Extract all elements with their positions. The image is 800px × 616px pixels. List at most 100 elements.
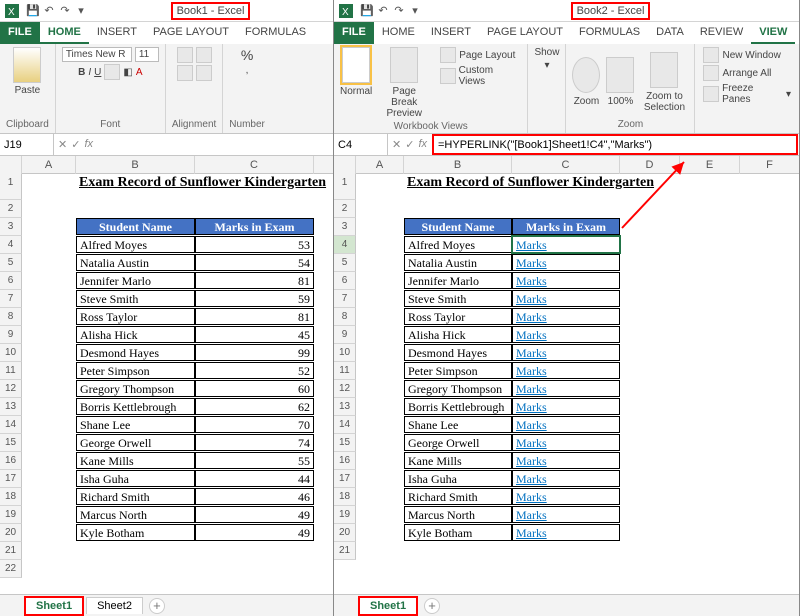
table-cell-link[interactable]: Marks bbox=[512, 344, 620, 361]
hyperlink-marks[interactable]: Marks bbox=[516, 310, 547, 324]
table-cell-link[interactable]: Marks bbox=[512, 308, 620, 325]
table-cell-mark[interactable]: 55 bbox=[195, 452, 314, 469]
rowhead[interactable]: 20 bbox=[334, 524, 356, 542]
hyperlink-marks[interactable]: Marks bbox=[516, 472, 547, 486]
rowhead[interactable]: 18 bbox=[334, 488, 356, 506]
fx-icon[interactable]: fx bbox=[418, 138, 427, 151]
hyperlink-marks[interactable]: Marks bbox=[516, 382, 547, 396]
table-cell-name[interactable]: Alisha Hick bbox=[76, 326, 195, 343]
colhead-f[interactable]: F bbox=[740, 156, 799, 174]
hyperlink-marks[interactable]: Marks bbox=[516, 454, 547, 468]
table-cell-link[interactable]: Marks bbox=[512, 434, 620, 451]
rowhead[interactable]: 6 bbox=[334, 272, 356, 290]
name-box[interactable]: J19 bbox=[0, 134, 54, 155]
table-cell-mark[interactable]: 99 bbox=[195, 344, 314, 361]
rowhead[interactable]: 14 bbox=[0, 416, 22, 434]
table-cell-name[interactable]: Borris Kettlebrough bbox=[76, 398, 195, 415]
table-cell-link[interactable]: Marks bbox=[512, 272, 620, 289]
customviews-icon[interactable] bbox=[440, 68, 455, 84]
font-name-box[interactable]: Times New R bbox=[62, 47, 132, 62]
table-cell-name[interactable]: Kane Mills bbox=[76, 452, 195, 469]
rowhead[interactable]: 13 bbox=[334, 398, 356, 416]
freeze-panes-icon[interactable] bbox=[703, 86, 719, 102]
table-cell-link[interactable]: Marks bbox=[512, 326, 620, 343]
table-cell-name[interactable]: Kyle Botham bbox=[76, 524, 195, 541]
table-cell-link[interactable]: Marks bbox=[512, 524, 620, 541]
colhead-d[interactable] bbox=[314, 156, 333, 174]
zoom-icon[interactable] bbox=[572, 57, 600, 93]
hyperlink-marks[interactable]: Marks bbox=[516, 364, 547, 378]
table-cell-name[interactable]: Ross Taylor bbox=[76, 308, 195, 325]
newwin-label[interactable]: New Window bbox=[722, 50, 780, 61]
italic-icon[interactable]: I bbox=[88, 67, 91, 78]
colhead-b[interactable]: B bbox=[76, 156, 195, 174]
undo-icon[interactable]: ↶ bbox=[42, 4, 56, 18]
tab-insert[interactable]: INSERT bbox=[423, 22, 479, 44]
select-all-corner[interactable] bbox=[334, 156, 356, 174]
table-cell-name[interactable]: Natalia Austin bbox=[76, 254, 195, 271]
table-cell-mark[interactable]: 62 bbox=[195, 398, 314, 415]
table-cell-name[interactable]: Steve Smith bbox=[404, 290, 512, 307]
colhead-a[interactable]: A bbox=[22, 156, 76, 174]
align-top-icon[interactable] bbox=[177, 47, 193, 63]
table-cell-name[interactable]: Kyle Botham bbox=[404, 524, 512, 541]
add-sheet-icon[interactable]: + bbox=[424, 598, 440, 614]
table-cell-name[interactable]: Marcus North bbox=[404, 506, 512, 523]
save-icon[interactable]: 💾 bbox=[360, 4, 374, 18]
hyperlink-marks[interactable]: Marks bbox=[516, 274, 547, 288]
tab-review[interactable]: REVIEW bbox=[692, 22, 751, 44]
undo-icon[interactable]: ↶ bbox=[376, 4, 390, 18]
table-cell-name[interactable]: Peter Simpson bbox=[76, 362, 195, 379]
zoom-100-icon[interactable] bbox=[606, 57, 634, 93]
rowhead[interactable]: 16 bbox=[334, 452, 356, 470]
table-cell-name[interactable]: Marcus North bbox=[76, 506, 195, 523]
sheet-title[interactable]: Exam Record of Sunflower Kindergarten bbox=[76, 174, 333, 191]
rowhead[interactable]: 15 bbox=[0, 434, 22, 452]
table-cell-link[interactable]: Marks bbox=[512, 398, 620, 415]
rowhead[interactable]: 4 bbox=[334, 236, 356, 254]
table-header-name[interactable]: Student Name bbox=[404, 218, 512, 235]
rowhead[interactable]: 2 bbox=[334, 200, 356, 218]
table-cell-name[interactable]: Alfred Moyes bbox=[404, 236, 512, 253]
rowhead[interactable]: 2 bbox=[0, 200, 22, 218]
table-cell-mark[interactable]: 74 bbox=[195, 434, 314, 451]
table-cell-name[interactable]: Richard Smith bbox=[404, 488, 512, 505]
sheet-tab-sheet2[interactable]: Sheet2 bbox=[86, 597, 143, 614]
tab-pagelayout[interactable]: PAGE LAYOUT bbox=[145, 22, 237, 44]
font-size-box[interactable]: 11 bbox=[135, 47, 159, 62]
table-cell-link[interactable]: Marks bbox=[512, 506, 620, 523]
table-cell-link[interactable]: Marks bbox=[512, 254, 620, 271]
comma-icon[interactable]: , bbox=[246, 65, 249, 76]
rowhead[interactable]: 22 bbox=[0, 560, 22, 578]
bold-icon[interactable]: B bbox=[78, 67, 85, 78]
rowhead[interactable]: 19 bbox=[0, 506, 22, 524]
table-cell-name[interactable]: George Orwell bbox=[404, 434, 512, 451]
align-center-icon[interactable] bbox=[196, 65, 212, 81]
table-cell-mark[interactable]: 59 bbox=[195, 290, 314, 307]
formula-input[interactable] bbox=[97, 134, 333, 155]
rowhead[interactable]: 12 bbox=[0, 380, 22, 398]
table-cell-name[interactable]: Gregory Thompson bbox=[76, 380, 195, 397]
table-cell-mark[interactable]: 81 bbox=[195, 308, 314, 325]
rowhead[interactable]: 7 bbox=[334, 290, 356, 308]
colhead-a[interactable]: A bbox=[356, 156, 404, 174]
table-cell-mark[interactable]: 70 bbox=[195, 416, 314, 433]
rowhead[interactable]: 1 bbox=[334, 174, 356, 200]
table-cell-name[interactable]: Gregory Thompson bbox=[404, 380, 512, 397]
table-cell-mark[interactable]: 45 bbox=[195, 326, 314, 343]
arrange-all-icon[interactable] bbox=[703, 65, 719, 81]
grid-left[interactable]: A B C 1Exam Record of Sunflower Kinderga… bbox=[0, 156, 333, 594]
underline-icon[interactable]: U bbox=[94, 67, 101, 78]
freeze-label[interactable]: Freeze Panes bbox=[722, 83, 783, 105]
accept-formula-icon[interactable]: ✓ bbox=[405, 138, 414, 151]
font-color-icon[interactable]: A bbox=[136, 67, 143, 78]
table-cell-mark[interactable]: 54 bbox=[195, 254, 314, 271]
table-cell-name[interactable]: Jennifer Marlo bbox=[76, 272, 195, 289]
accept-formula-icon[interactable]: ✓ bbox=[71, 138, 80, 151]
rowhead[interactable]: 21 bbox=[0, 542, 22, 560]
rowhead[interactable]: 7 bbox=[0, 290, 22, 308]
table-cell-mark[interactable]: 53 bbox=[195, 236, 314, 253]
grid-right[interactable]: A B C D E F 1Exam Record of Sunflower Ki… bbox=[334, 156, 799, 594]
rowhead[interactable]: 10 bbox=[0, 344, 22, 362]
rowhead[interactable]: 3 bbox=[0, 218, 22, 236]
